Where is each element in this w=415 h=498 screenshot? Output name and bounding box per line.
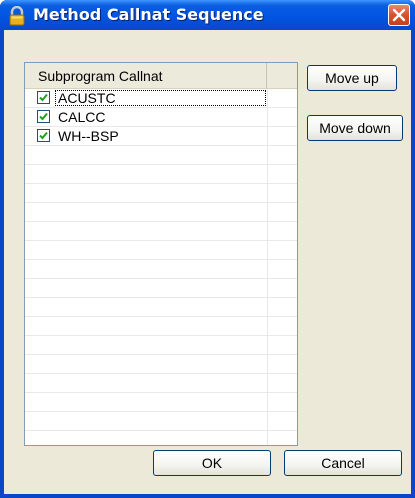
empty-row <box>25 374 297 393</box>
empty-row <box>25 412 297 431</box>
padlock-icon <box>9 6 25 26</box>
empty-row <box>25 393 297 412</box>
close-button[interactable] <box>388 4 410 26</box>
list-item-label: CALCC <box>58 109 106 125</box>
move-down-button[interactable]: Move down <box>307 115 403 141</box>
column-header-filler <box>267 63 297 88</box>
empty-row <box>25 146 297 165</box>
checkmark-icon <box>39 112 48 121</box>
empty-row <box>25 184 297 203</box>
empty-row <box>25 241 297 260</box>
item-checkbox[interactable] <box>37 110 50 123</box>
checkmark-icon <box>39 131 48 140</box>
cancel-button[interactable]: Cancel <box>284 450 402 476</box>
dialog-body: Subprogram Callnat ACUSTC CALCC WH--BSP … <box>4 30 411 494</box>
empty-row <box>25 203 297 222</box>
column-header-subprogram-callnat[interactable]: Subprogram Callnat <box>25 63 267 88</box>
empty-row <box>25 260 297 279</box>
empty-row <box>25 298 297 317</box>
focus-rectangle <box>55 90 266 106</box>
empty-row <box>25 317 297 336</box>
item-checkbox[interactable] <box>37 91 50 104</box>
dialog-window: Method Callnat Sequence Subprogram Calln… <box>0 0 415 498</box>
ok-button[interactable]: OK <box>153 450 271 476</box>
list-item[interactable]: CALCC <box>25 108 297 127</box>
title-bar[interactable]: Method Callnat Sequence <box>0 0 415 30</box>
checkmark-icon <box>39 93 48 102</box>
empty-row <box>25 355 297 374</box>
list-item[interactable]: ACUSTC <box>25 89 297 108</box>
empty-row <box>25 222 297 241</box>
empty-row <box>25 336 297 355</box>
close-x-icon <box>392 8 406 22</box>
list-header: Subprogram Callnat <box>25 63 297 89</box>
empty-row <box>25 279 297 298</box>
move-up-button[interactable]: Move up <box>307 65 397 91</box>
window-frame-right <box>411 30 415 494</box>
window-frame-bottom <box>0 494 415 498</box>
empty-row <box>25 165 297 184</box>
list-item[interactable]: WH--BSP <box>25 127 297 146</box>
window-title: Method Callnat Sequence <box>33 5 264 24</box>
callnat-list[interactable]: Subprogram Callnat ACUSTC CALCC WH--BSP <box>24 62 298 446</box>
item-checkbox[interactable] <box>37 129 50 142</box>
list-item-label: WH--BSP <box>58 128 119 144</box>
